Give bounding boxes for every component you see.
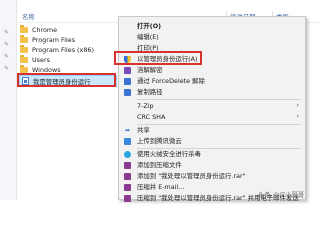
menu-item-label: 编辑(E) xyxy=(137,33,159,41)
menu-item-share[interactable]: ➦ 共享 xyxy=(119,125,305,136)
folder-icon xyxy=(20,35,28,43)
folder-row-program-files-x86[interactable]: Program Files (x86) xyxy=(20,45,116,55)
menu-item-label: 通过 ForceDelete 解除 xyxy=(137,77,205,85)
winrar-icon xyxy=(124,184,131,191)
folder-label: Chrome xyxy=(32,26,58,34)
menu-item-label: 压缩并 E-mail... xyxy=(137,183,185,191)
sync-icon xyxy=(124,151,131,158)
menu-item-upload-weiyun[interactable]: 上传到腾讯微云 xyxy=(119,136,305,147)
chevron-right-icon: › xyxy=(296,102,299,109)
pin-icon: ✎ xyxy=(4,29,10,36)
menu-item-label: 使用火绒安全进行杀毒 xyxy=(137,150,201,158)
pin-icon: ✎ xyxy=(4,65,10,72)
winrar-icon xyxy=(124,195,131,202)
folder-label: Users xyxy=(32,56,50,64)
folder-icon xyxy=(20,55,28,63)
column-name[interactable]: 名称 xyxy=(22,12,35,21)
pin-icon: ✎ xyxy=(4,53,10,60)
menu-item-forcedelete[interactable]: 通过 ForceDelete 解除 xyxy=(119,76,305,87)
menu-item-label: 溶解解密 xyxy=(137,66,163,74)
highlight-box-run-as-admin xyxy=(114,51,202,65)
folder-icon xyxy=(20,25,28,33)
menu-item-open[interactable]: 打开(O) xyxy=(119,21,305,32)
winrar-icon xyxy=(124,162,131,169)
folder-icon xyxy=(20,45,28,53)
menu-item-label: 共享 xyxy=(137,126,150,134)
menu-item-add-to-rar[interactable]: 添加到 "我处理以管理员身份运行.rar" xyxy=(119,171,305,182)
share-icon: ➦ xyxy=(124,127,131,134)
highlight-box-file xyxy=(17,73,116,87)
blue-app-icon xyxy=(124,89,131,96)
chevron-right-icon: › xyxy=(296,113,299,120)
context-menu: 打开(O) 编辑(E) 打印(P) 以管理员身份运行(A) 溶解解密 通过 Fo… xyxy=(118,16,306,202)
menu-item-label: 打开(O) xyxy=(137,22,162,30)
menu-separator xyxy=(137,99,301,100)
menu-item-label: 7-Zip xyxy=(137,102,154,110)
menu-item-label: 添加到压缩文件 xyxy=(137,161,182,169)
menu-item-edit[interactable]: 编辑(E) xyxy=(119,32,305,43)
menu-item-label: CRC SHA xyxy=(137,113,166,121)
folder-row-users[interactable]: Users xyxy=(20,55,116,65)
folder-row-chrome[interactable]: Chrome xyxy=(20,25,116,35)
watermark: 头条 @IT小哥哥 xyxy=(258,191,305,199)
purple-app-icon xyxy=(124,67,131,74)
menu-item-unlock[interactable]: 溶解解密 xyxy=(119,65,305,76)
menu-item-7zip[interactable]: 7-Zip › xyxy=(119,101,305,112)
winrar-icon xyxy=(124,173,131,180)
folder-label: Program Files (x86) xyxy=(32,46,94,54)
menu-item-antivirus[interactable]: 使用火绒安全进行杀毒 xyxy=(119,149,305,160)
menu-item-label: 复制路径 xyxy=(137,88,163,96)
menu-item-crc-sha[interactable]: CRC SHA › xyxy=(119,112,305,123)
menu-item-label: 上传到腾讯微云 xyxy=(137,137,182,145)
menu-item-copy-path[interactable]: 复制路径 xyxy=(119,87,305,98)
upload-icon xyxy=(124,138,131,145)
blue-app-icon xyxy=(124,78,131,85)
pin-icon: ✎ xyxy=(4,41,10,48)
navigation-pane: ✎ ✎ ✎ ✎ xyxy=(0,0,17,200)
menu-item-label: 添加到 "我处理以管理员身份运行.rar" xyxy=(137,172,246,180)
folder-row-program-files[interactable]: Program Files xyxy=(20,35,116,45)
folder-label: Program Files xyxy=(32,36,76,44)
menu-item-add-to-archive[interactable]: 添加到压缩文件 xyxy=(119,160,305,171)
